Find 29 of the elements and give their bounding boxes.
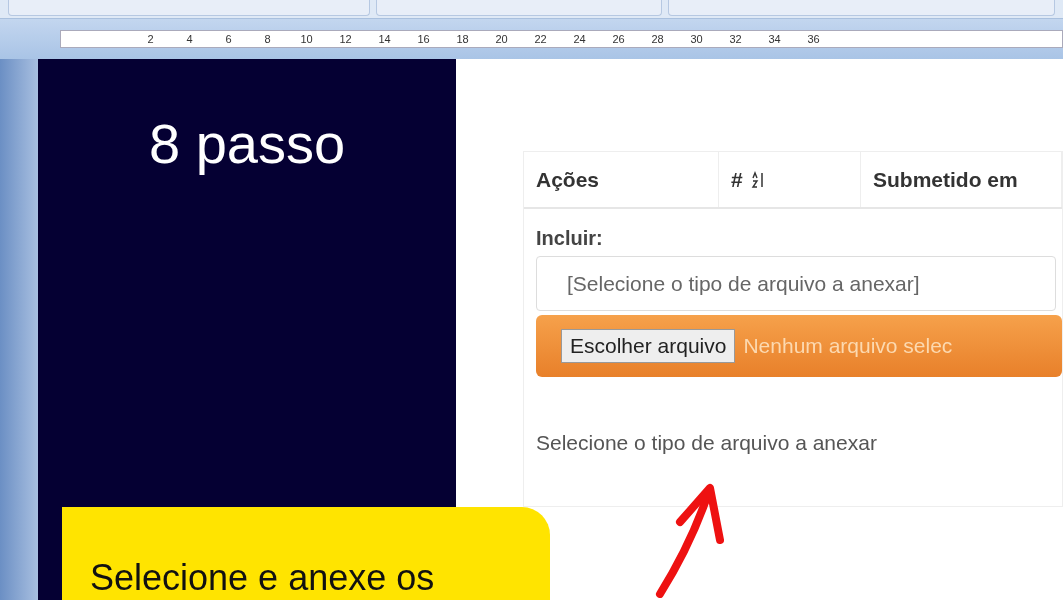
ruler-number: 22 bbox=[533, 33, 548, 45]
ruler-number: 2 bbox=[146, 33, 155, 45]
include-label: Incluir: bbox=[536, 227, 604, 250]
sort-icon[interactable] bbox=[750, 170, 765, 189]
ruler-number: 18 bbox=[455, 33, 470, 45]
select-field[interactable]: [Selecione o tipo de arquivo a anexar] bbox=[536, 256, 1056, 311]
ruler-number: 34 bbox=[767, 33, 782, 45]
ruler-number: 8 bbox=[263, 33, 272, 45]
callout-text: Selecione e anexe os bbox=[90, 557, 435, 598]
column-header: Submetido em bbox=[861, 152, 1062, 207]
ruler-number: 30 bbox=[689, 33, 704, 45]
hint-text: Selecione o tipo de arquivo a anexar bbox=[536, 431, 878, 455]
ruler-number: 26 bbox=[611, 33, 626, 45]
ruler-number: 36 bbox=[806, 33, 821, 45]
ruler-number: 28 bbox=[650, 33, 665, 45]
file-status: Nenhum arquivo selec bbox=[743, 334, 953, 358]
column-header: Ações bbox=[524, 152, 719, 207]
ruler-number: 6 bbox=[224, 33, 233, 45]
ruler-number: 16 bbox=[416, 33, 431, 45]
ruler-number: 14 bbox=[377, 33, 392, 45]
ruler-number: 24 bbox=[572, 33, 587, 45]
slide-title: 8 passo bbox=[148, 111, 346, 177]
ruler-number: 20 bbox=[494, 33, 509, 45]
ruler-number: 32 bbox=[728, 33, 743, 45]
ruler-number: 12 bbox=[338, 33, 353, 45]
ruler-number: 10 bbox=[299, 33, 314, 45]
column-header-text: # bbox=[731, 167, 743, 192]
ruler-number: 4 bbox=[185, 33, 194, 45]
choose-file-button[interactable]: Escolher arquivo bbox=[561, 329, 736, 363]
